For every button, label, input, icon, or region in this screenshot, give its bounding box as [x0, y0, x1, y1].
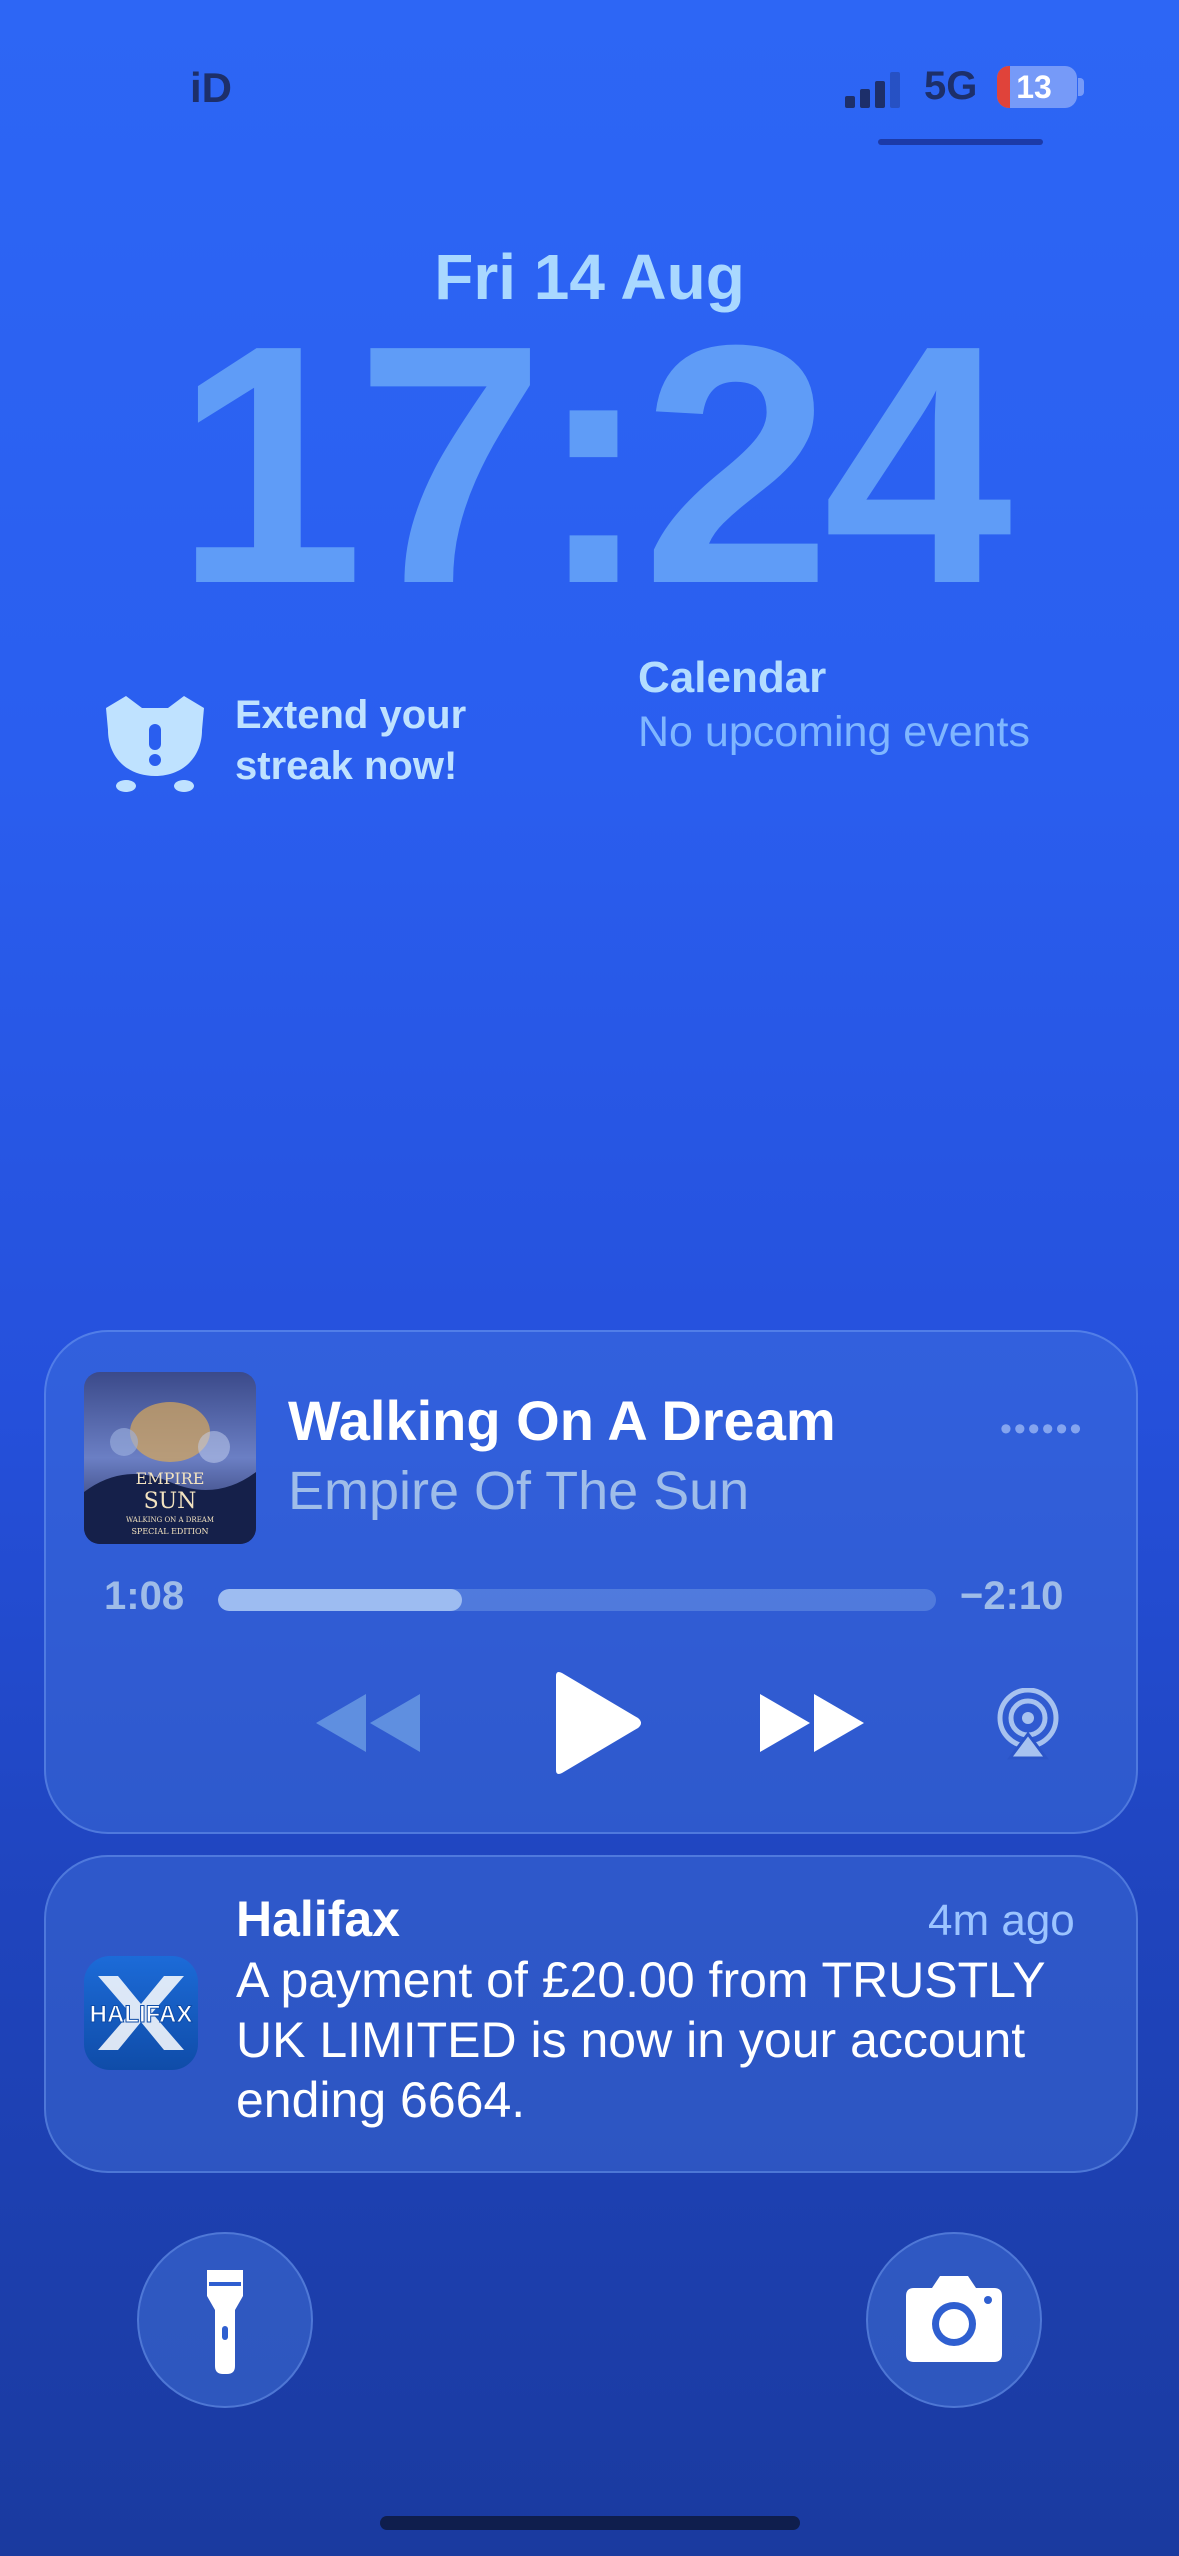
battery-indicator: 13	[997, 66, 1077, 108]
lock-time: 17:24	[174, 275, 1013, 655]
flashlight-icon	[207, 2270, 243, 2374]
remaining-time: −2:10	[960, 1574, 1064, 1618]
album-title-line1: EMPIRE	[136, 1469, 205, 1488]
album-title-line4: SPECIAL EDITION	[131, 1527, 208, 1536]
duolingo-owl-icon[interactable]	[96, 690, 214, 794]
streak-line-1: Extend your	[235, 693, 467, 737]
status-indicator-bar	[878, 139, 1043, 145]
airplay-icon[interactable]	[992, 1688, 1064, 1760]
playback-scrubber[interactable]	[218, 1589, 936, 1611]
streak-widget-text[interactable]: Extend your streak now!	[235, 690, 555, 792]
notification-app-name: Halifax	[236, 1891, 400, 1947]
carrier-label: iD	[190, 64, 232, 111]
calendar-widget-subtitle: No upcoming events	[638, 708, 1030, 756]
artist-name: Empire Of The Sun	[288, 1461, 750, 1521]
camera-icon	[906, 2276, 1002, 2362]
more-options-icon[interactable]: ••••••	[1000, 1410, 1083, 1449]
elapsed-time: 1:08	[104, 1574, 185, 1618]
album-title-line3: WALKING ON A DREAM	[126, 1516, 214, 1524]
network-type-label: 5G	[924, 64, 978, 108]
notification-body: A payment of £20.00 from TRUSTLY UK LIMI…	[236, 1952, 1045, 2128]
album-art-image: EMPIRE SUN WALKING ON A DREAM SPECIAL ED…	[84, 1372, 256, 1544]
album-art[interactable]: EMPIRE SUN WALKING ON A DREAM SPECIAL ED…	[84, 1372, 256, 1544]
fast-forward-icon[interactable]	[756, 1690, 868, 1756]
album-title-line2: SUN	[144, 1489, 197, 1514]
play-icon[interactable]	[548, 1670, 644, 1776]
halifax-app-icon: HALIFAX	[84, 1956, 198, 2070]
playback-progress-fill	[218, 1589, 463, 1611]
notification-timestamp: 4m ago	[928, 1896, 1075, 1945]
halifax-logo-text: HALIFAX	[90, 2001, 193, 2028]
halifax-x-icon: HALIFAX	[89, 1976, 193, 2050]
battery-tip	[1078, 78, 1084, 96]
streak-line-2: streak now!	[235, 744, 458, 788]
calendar-widget-title[interactable]: Calendar	[638, 653, 826, 703]
song-title: Walking On A Dream	[288, 1389, 836, 1452]
home-indicator[interactable]	[380, 2516, 800, 2530]
rewind-icon[interactable]	[312, 1690, 424, 1756]
battery-level-text: 13	[1016, 68, 1052, 105]
signal-bars-icon	[845, 72, 900, 108]
flashlight-button[interactable]	[137, 2232, 313, 2408]
camera-button[interactable]	[866, 2232, 1042, 2408]
